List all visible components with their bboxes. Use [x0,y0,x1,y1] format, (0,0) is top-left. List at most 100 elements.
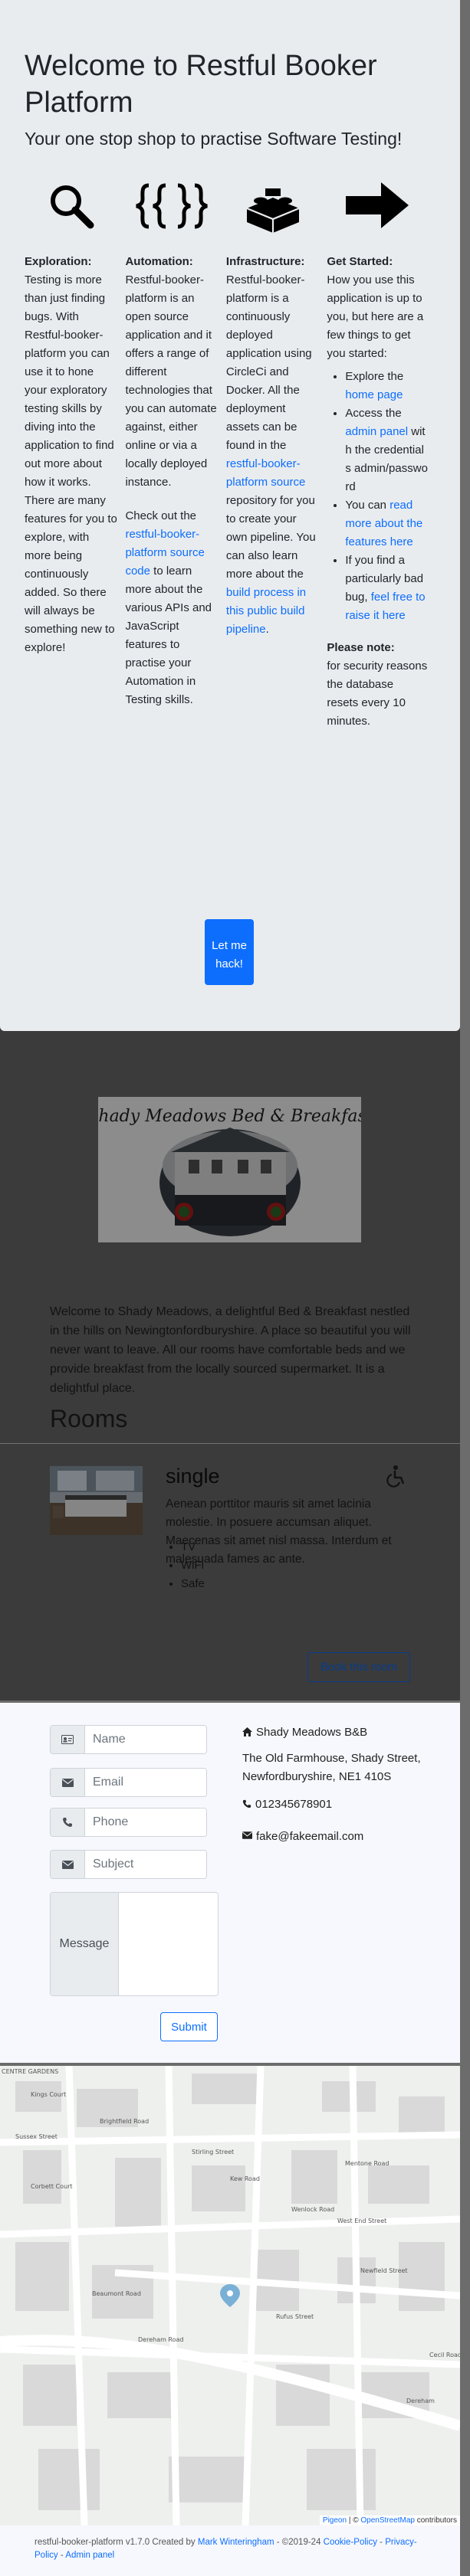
message-field[interactable]: Message [50,1892,219,1996]
map-label: Kew Road [230,2175,260,2182]
map-label: Sussex Street [15,2133,58,2140]
name-field[interactable] [50,1725,207,1754]
welcome-modal: Welcome to Restful Booker Platform Your … [0,0,460,1031]
automation-text: Restful-booker-platform is an open sourc… [125,273,217,489]
map-canvas[interactable]: CENTRE GARDENS Kings Court Brightfield R… [0,2066,460,2525]
list-item: Explore the home page [345,368,428,404]
contact-details: Shady Meadows B&B The Old Farmhouse, Sha… [242,1723,426,1846]
location-map[interactable]: CENTRE GARDENS Kings Court Brightfield R… [0,2066,460,2525]
get-started-column: Get Started: How you use this applicatio… [327,182,435,741]
attribution-suffix: contributors [414,2516,457,2525]
rooms-heading: Rooms [50,1405,128,1432]
map-label: Beaumont Road [92,2290,141,2297]
home-page-link[interactable]: home page [345,388,403,401]
envelope-icon [51,1769,85,1796]
subject-input[interactable] [85,1851,206,1878]
email-input[interactable] [85,1769,206,1796]
phone-input[interactable] [85,1808,206,1836]
book-room-button[interactable]: Book this room [307,1652,410,1682]
map-label: Dereham [406,2398,435,2404]
envelope-icon [242,1831,252,1839]
infrastructure-heading: Infrastructure: [225,255,305,268]
list-item: If you find a particularly bad bug, feel… [345,552,428,625]
map-label: Newfield Street [360,2267,408,2274]
infrastructure-column: Infrastructure: Restful-booker-platform … [226,182,327,741]
automation-column: Automation: Restful-booker-platform is a… [125,182,225,741]
pigeon-link[interactable]: Pigeon [323,2516,347,2525]
exploration-text: Testing is more than just finding bugs. … [25,273,117,654]
room-feature: WiFi [181,1556,205,1575]
braces-icon [125,182,218,244]
footer-sep: - [376,2538,386,2547]
envelope-icon [51,1851,85,1878]
get-started-list: Explore the home page Access the admin p… [327,368,428,625]
admin-panel-link[interactable]: Admin panel [65,2551,114,2560]
map-label: Mentone Road [345,2160,389,2167]
list-item: You can read more about the features her… [345,496,428,552]
room-features: TV WiFi Safe [181,1538,205,1593]
osm-link[interactable]: OpenStreetMap [360,2516,415,2525]
home-icon [242,1727,252,1736]
business-phone: 012345678901 [255,1798,333,1811]
source-repo-link[interactable]: restful-booker-platform source [226,457,305,489]
cookie-policy-link[interactable]: Cookie-Policy [324,2538,377,2547]
message-label: Message [51,1893,119,1995]
infrastructure-text-suffix: . [265,623,269,636]
list-item-text: Explore the [345,370,404,383]
infrastructure-text-middle: repository for you to create your own pi… [225,494,316,581]
get-started-heading: Get Started: [327,255,393,268]
infrastructure-text: Restful-booker-platform is a continuousl… [226,271,319,639]
get-started-intro: How you use this application is up to yo… [327,273,424,360]
business-address: The Old Farmhouse, Shady Street, Newford… [242,1752,421,1783]
automation-heading: Automation: [125,255,193,268]
attribution-sep: | © [347,2516,361,2525]
map-label: Wenlock Road [291,2206,334,2213]
welcome-subtitle: Your one stop shop to practise Software … [25,129,403,149]
author-link[interactable]: Mark Winteringham [198,2538,274,2547]
hotel-description: Welcome to Shady Meadows, a delightful B… [50,1305,411,1395]
let-me-hack-button[interactable]: Let me hack! [205,919,254,985]
note-text: for security reasons the database resets… [327,660,428,728]
id-card-icon [51,1726,85,1753]
magnifier-icon [25,182,117,244]
map-label: Brightfield Road [100,2118,149,2125]
map-label: CENTRE GARDENS [2,2068,58,2075]
welcome-title: Welcome to Restful Booker Platform [25,50,377,119]
map-label: Kings Court [31,2091,66,2098]
map-label: Rufus Street [276,2313,314,2320]
lego-brick-icon [226,182,319,244]
footer: restful-booker-platform v1.7.0 Created b… [0,2525,460,2576]
scrollbar[interactable] [460,0,470,2576]
list-item-text: You can [345,499,390,512]
map-label: Cecil Road [429,2352,460,2358]
map-label: Corbett Court [31,2183,73,2190]
arrow-right-icon [327,182,428,244]
rooms-divider [0,1443,460,1444]
map-label: West End Street [337,2218,386,2224]
infrastructure-text-prefix: Restful-booker-platform is a continuousl… [225,273,312,452]
message-input[interactable] [119,1893,218,1995]
footer-sep: - [58,2551,66,2560]
map-label: Dereham Road [138,2336,184,2343]
room-name: single [166,1465,220,1488]
exploration-column: Exploration: Testing is more than just f… [25,182,125,741]
subject-field[interactable] [50,1850,207,1879]
email-field[interactable] [50,1768,207,1797]
business-name: Shady Meadows B&B [256,1726,368,1739]
footer-text: restful-booker-platform v1.7.0 Created b… [35,2538,198,2547]
map-label: Stirling Street [192,2149,234,2155]
automation-text-suffix: to learn more about the various APIs and… [125,565,212,706]
note-heading: Please note: [327,641,395,654]
room-feature: Safe [181,1575,205,1593]
map-attribution: Pigeon | © OpenStreetMap contributors [319,2515,460,2525]
submit-button[interactable]: Submit [160,2012,218,2041]
list-item-text: Access the [345,407,402,420]
name-input[interactable] [85,1726,206,1753]
admin-panel-link[interactable]: admin panel [345,425,408,438]
phone-field[interactable] [50,1808,207,1837]
phone-icon [242,1799,251,1808]
automation-text-prefix: Check out the [125,509,197,522]
wheelchair-icon [385,1465,408,1491]
phone-icon [51,1808,85,1836]
exploration-heading: Exploration: [25,255,92,268]
